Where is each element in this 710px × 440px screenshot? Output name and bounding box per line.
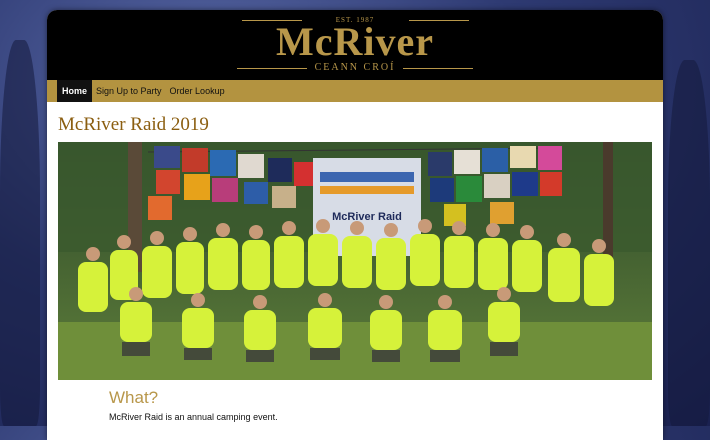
site-header: EST. 1987 McRiver CEANN CROÍ	[47, 10, 663, 80]
nav-item-sign-up[interactable]: Sign Up to Party	[92, 80, 166, 102]
section-text: McRiver Raid is an annual camping event.	[109, 412, 278, 422]
site-logo[interactable]: McRiver	[47, 22, 663, 62]
background-tree-left	[0, 40, 40, 426]
page-title: McRiver Raid 2019	[58, 114, 209, 135]
background-tree-right	[668, 60, 710, 426]
nav-item-order-lookup[interactable]: Order Lookup	[166, 80, 229, 102]
page-container: EST. 1987 McRiver CEANN CROÍ Home Sign U…	[47, 10, 663, 440]
group-photo: McRiver Raid	[58, 142, 652, 380]
logo-tagline: CEANN CROÍ	[314, 62, 396, 73]
section-heading: What?	[109, 388, 159, 407]
main-nav: Home Sign Up to Party Order Lookup	[47, 80, 663, 102]
banner-text: McRiver Raid	[332, 211, 402, 223]
nav-item-home[interactable]: Home	[57, 80, 93, 102]
